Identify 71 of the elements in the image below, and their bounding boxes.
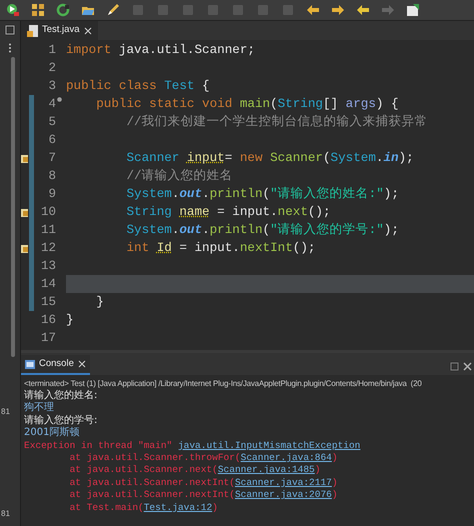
pen-icon[interactable] [106,3,120,17]
stack-link[interactable]: Scanner.java:1485 [218,464,315,476]
line-number: 16 [40,312,56,329]
menu-dots-icon[interactable] [8,43,12,53]
code-line: } [95,294,104,311]
side-text: 81 [0,406,10,418]
console-line: 请输入您的学号: [24,414,98,426]
scrollbar[interactable] [11,57,15,357]
console-status: <terminated> Test (1) [Java Application] /Library/Internet Plug-Ins/JavaAppletPlugin.plugin/Contents/Home/bin/java (20 [24,378,423,390]
console-line: at java.util.Scanner.nextInt(Scanner.java:2076) [68,489,339,502]
side-text: 81 [0,508,10,520]
console-line: 狗不理 [24,402,55,414]
stack-link[interactable]: Scanner.java:864 [240,452,332,464]
close-icon[interactable] [463,362,472,371]
editor-tab[interactable]: Test.java [21,21,98,40]
code-line: String name = input.next(); [125,204,331,221]
close-icon[interactable] [78,360,86,368]
arrow-left-icon[interactable] [356,3,370,17]
arrow-right-icon[interactable] [331,3,345,17]
line-number: 7 [48,150,56,167]
line-number: 4 [48,96,56,113]
code-line: System.out.println("请输入您的姓名:"); [125,186,399,203]
override-dot-icon [57,96,62,102]
console-line: Exception in thread "main" java.util.InputMismatchException [24,440,362,452]
close-icon[interactable] [84,26,92,34]
code-line: //我们来创建一个学生控制台信息的输入来捕获异常 [125,114,428,131]
minimize-icon[interactable] [450,362,459,371]
line-number: 13 [40,258,56,275]
line-number: 17 [40,330,56,347]
java-file-icon [27,24,38,36]
line-number: 15 [40,294,56,311]
line-number: 1 [48,42,56,59]
console-line: at java.util.Scanner.nextInt(Scanner.java:2117) [68,476,339,490]
code-line: int Id = input.nextInt(); [125,240,316,257]
code-line: } [66,312,74,329]
console-line: at Test.main(Test.java:12) [68,502,219,514]
line-number: 12 [40,240,56,257]
cycle-icon[interactable] [56,3,70,17]
line-number: 5 [48,114,56,131]
line-number: 14 [40,276,56,293]
line-number: 8 [48,168,56,185]
stack-link[interactable]: Scanner.java:2076 [234,489,332,500]
console-icon [25,360,35,368]
warning-icon [21,154,29,162]
stack-link[interactable]: Scanner.java:2117 [234,476,332,488]
console-line: 2001阿斯顿 [24,427,80,440]
run-icon[interactable] [6,3,20,17]
code-line: public static void main(String[] args) { [95,96,399,113]
line-number: 3 [48,78,56,95]
line-number: 2 [48,60,56,77]
stack-link[interactable]: Test.java:12 [144,502,212,513]
code-line: System.out.println("请输入您的学号:"); [125,222,399,239]
console-tab[interactable]: Console [21,355,90,375]
line-number: 10 [40,204,56,221]
stack-link[interactable]: java.util.InputMismatchException [178,440,360,451]
code-line: //请输入您的姓名 [125,168,233,185]
line-number: 11 [40,222,56,239]
maximize-icon[interactable] [5,25,15,35]
line-number: 6 [48,132,56,149]
console-line: at java.util.Scanner.next(Scanner.java:1485) [68,464,322,477]
line-number: 9 [48,186,56,203]
code-line: public class Test { [66,78,210,95]
code-line: import java.util.Scanner; [66,42,255,59]
grid-icon[interactable] [31,3,45,17]
arrow-left-icon[interactable] [306,3,320,17]
console-line: 请输入您的姓名: [24,390,98,402]
warning-icon [21,244,29,252]
code-line: Scanner input= new Scanner(System.in); [125,150,414,167]
console-line: at java.util.Scanner.throwFor(Scanner.java:864) [68,452,339,464]
warning-icon [21,208,29,216]
box-icon[interactable] [406,3,420,17]
